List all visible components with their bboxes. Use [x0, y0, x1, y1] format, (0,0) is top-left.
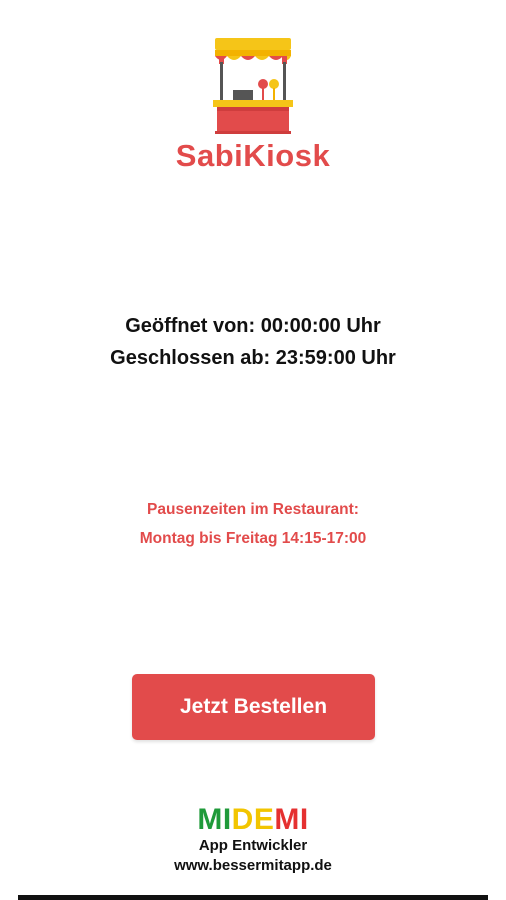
app-logo: SabiKiosk [0, 30, 506, 174]
opening-hours: Geöffnet von: 00:00:00 Uhr Geschlossen a… [0, 310, 506, 374]
developer-credit: MIDEMI App Entwickler www.bessermitapp.d… [0, 804, 506, 876]
app-screen: SabiKiosk Geöffnet von: 00:00:00 Uhr Ges… [0, 0, 506, 900]
midemi-logo-part-2: DE [231, 803, 275, 836]
pause-title: Pausenzeiten im Restaurant: [147, 501, 359, 518]
bottom-divider [18, 895, 488, 900]
developer-website-link[interactable]: www.bessermitapp.de [0, 856, 506, 876]
midemi-logo-part-3: MI [274, 803, 309, 836]
midemi-logo-part-1: MI [197, 803, 232, 836]
brand-name: SabiKiosk [175, 138, 331, 173]
order-now-button[interactable]: Jetzt Bestellen [132, 674, 375, 740]
open-from-text: Geöffnet von: 00:00:00 Uhr [125, 315, 381, 337]
pause-times: Pausenzeiten im Restaurant: Montag bis F… [0, 495, 506, 553]
closed-from-text: Geschlossen ab: 23:59:00 Uhr [110, 347, 396, 369]
kiosk-stand-icon [213, 38, 293, 134]
midemi-logo[interactable]: MIDEMI [0, 804, 506, 836]
pause-times-text: Montag bis Freitag 14:15-17:00 [139, 530, 367, 547]
developer-tagline: App Entwickler [198, 837, 308, 854]
